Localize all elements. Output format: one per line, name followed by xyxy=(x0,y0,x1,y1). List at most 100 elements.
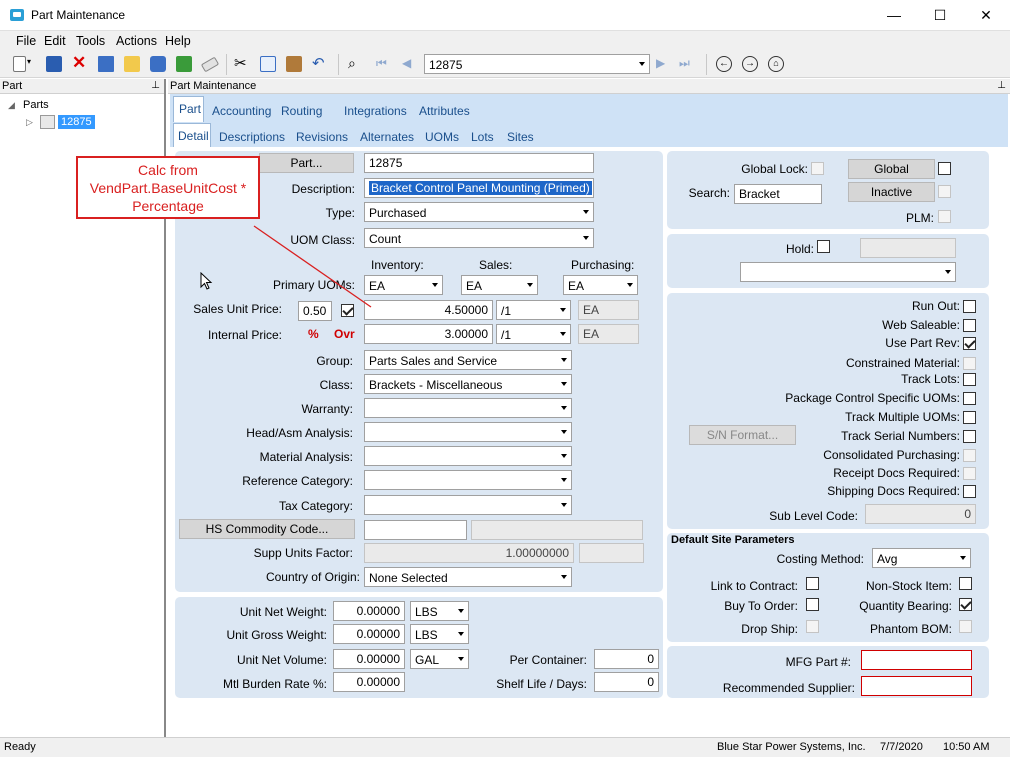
tab-detail[interactable]: Detail xyxy=(173,123,211,147)
unit-net-weight-uom-select[interactable]: LBS xyxy=(410,601,469,621)
delete-icon[interactable]: ✕ xyxy=(72,53,88,72)
costing-method-select[interactable]: Avg xyxy=(872,548,971,568)
eraser-icon[interactable] xyxy=(200,56,220,73)
close-button[interactable]: ✕ xyxy=(963,0,1009,31)
book-icon[interactable] xyxy=(98,56,114,72)
collapse-icon[interactable]: ◢ xyxy=(8,100,15,111)
global-button[interactable]: Global xyxy=(848,159,935,179)
material-analysis-select[interactable] xyxy=(364,446,572,466)
tab-accounting[interactable]: Accounting xyxy=(212,104,271,118)
pin-icon[interactable]: ⊥ xyxy=(997,80,1006,91)
menu-tools[interactable]: Tools xyxy=(76,34,105,48)
tab-routing[interactable]: Routing xyxy=(281,104,322,118)
tree-item-selected[interactable]: 12875 xyxy=(58,115,95,129)
country-of-origin-select[interactable]: None Selected xyxy=(364,567,572,587)
class-select[interactable]: Brackets - Miscellaneous xyxy=(364,374,572,394)
cut-icon[interactable]: ✂ xyxy=(234,54,250,72)
tab-lots[interactable]: Lots xyxy=(471,130,494,144)
part-record-select[interactable]: 12875 xyxy=(424,54,650,74)
mfg-part-field[interactable] xyxy=(861,650,972,670)
internal-per-select[interactable]: /1 xyxy=(496,324,571,344)
new-dropdown-icon[interactable]: ▾ xyxy=(27,57,41,73)
menu-help[interactable]: Help xyxy=(165,34,191,48)
link-to-contract-checkbox[interactable] xyxy=(806,577,819,590)
shipping-docs-required-checkbox[interactable] xyxy=(963,485,976,498)
last-record-icon[interactable]: ⏭ xyxy=(679,56,695,72)
non-stock-item-checkbox[interactable] xyxy=(959,577,972,590)
track-serial-numbers-checkbox[interactable] xyxy=(963,430,976,443)
part-number-field[interactable]: 12875 xyxy=(364,153,594,173)
back-icon[interactable]: ← xyxy=(716,56,732,72)
inactive-button[interactable]: Inactive xyxy=(848,182,935,202)
uom-purchasing-select[interactable]: EA xyxy=(563,275,638,295)
web-saleable-checkbox[interactable] xyxy=(963,319,976,332)
menu-actions[interactable]: Actions xyxy=(116,34,157,48)
mtl-burden-field[interactable]: 0.00000 xyxy=(333,672,405,692)
minimize-button[interactable]: — xyxy=(871,0,917,31)
next-record-icon[interactable]: ▶ xyxy=(656,56,672,72)
tab-alternates[interactable]: Alternates xyxy=(360,130,414,144)
run-out-checkbox[interactable] xyxy=(963,300,976,313)
tab-attributes[interactable]: Attributes xyxy=(419,104,470,118)
new-icon[interactable] xyxy=(13,56,26,72)
first-record-icon[interactable]: ⏮ xyxy=(376,56,392,72)
sales-unit-price-field[interactable]: 4.50000 xyxy=(364,300,493,320)
warranty-select[interactable] xyxy=(364,398,572,418)
folder-icon[interactable] xyxy=(124,56,140,72)
paste-icon[interactable] xyxy=(286,56,302,72)
save-icon[interactable] xyxy=(46,56,62,72)
reference-category-select[interactable] xyxy=(364,470,572,490)
tab-descriptions[interactable]: Descriptions xyxy=(219,130,285,144)
tab-uoms[interactable]: UOMs xyxy=(425,130,459,144)
tab-revisions[interactable]: Revisions xyxy=(296,130,348,144)
internal-price-field[interactable]: 3.00000 xyxy=(364,324,493,344)
tab-integrations[interactable]: Integrations xyxy=(344,104,407,118)
undo-icon[interactable]: ↶ xyxy=(312,54,328,72)
recommended-supplier-field[interactable] xyxy=(861,676,972,696)
uom-class-select[interactable]: Count xyxy=(364,228,594,248)
binoculars-icon[interactable]: ⌕ xyxy=(348,55,364,71)
quantity-bearing-checkbox[interactable] xyxy=(959,598,972,611)
menu-file[interactable]: File xyxy=(16,34,36,48)
attach-icon[interactable] xyxy=(150,56,166,72)
use-part-rev-checkbox[interactable] xyxy=(963,337,976,350)
hold-checkbox[interactable] xyxy=(817,240,830,253)
expand-icon[interactable]: ▷ xyxy=(26,117,33,128)
per-container-field[interactable]: 0 xyxy=(594,649,659,669)
maximize-button[interactable]: ☐ xyxy=(917,0,963,31)
forward-icon[interactable]: → xyxy=(742,56,758,72)
search-field[interactable]: Bracket xyxy=(734,184,822,204)
unit-net-weight-field[interactable]: 0.00000 xyxy=(333,601,405,621)
sales-per-select[interactable]: /1 xyxy=(496,300,571,320)
sales-unit-percent-field[interactable]: 0.50 xyxy=(298,301,332,321)
refresh-icon[interactable] xyxy=(176,56,192,72)
buy-to-order-checkbox[interactable] xyxy=(806,598,819,611)
tree-root[interactable]: Parts xyxy=(23,99,49,111)
type-select[interactable]: Purchased xyxy=(364,202,594,222)
hs-commodity-field[interactable] xyxy=(364,520,467,540)
head-asm-select[interactable] xyxy=(364,422,572,442)
part-button[interactable]: Part... xyxy=(259,153,354,173)
global-checkbox[interactable] xyxy=(938,162,951,175)
description-field[interactable]: Bracket Control Panel Mounting (Primed) xyxy=(364,178,594,198)
sales-unit-price-checkbox[interactable] xyxy=(341,304,354,317)
package-control-specific-uoms-checkbox[interactable] xyxy=(963,392,976,405)
uom-sales-select[interactable]: EA xyxy=(461,275,538,295)
tab-part[interactable]: Part xyxy=(173,96,204,122)
copy-icon[interactable] xyxy=(260,56,276,72)
unit-gross-weight-field[interactable]: 0.00000 xyxy=(333,624,405,644)
pin-icon[interactable]: ⊥ xyxy=(151,80,160,91)
hs-commodity-button[interactable]: HS Commodity Code... xyxy=(179,519,355,539)
hold-select[interactable] xyxy=(740,262,956,282)
track-lots-checkbox[interactable] xyxy=(963,373,976,386)
group-select[interactable]: Parts Sales and Service xyxy=(364,350,572,370)
shelf-life-field[interactable]: 0 xyxy=(594,672,659,692)
unit-net-volume-uom-select[interactable]: GAL xyxy=(410,649,469,669)
tax-category-select[interactable] xyxy=(364,495,572,515)
unit-net-volume-field[interactable]: 0.00000 xyxy=(333,649,405,669)
tab-sites[interactable]: Sites xyxy=(507,130,534,144)
home-icon[interactable]: ⌂ xyxy=(768,56,784,72)
prev-record-icon[interactable]: ◀ xyxy=(402,56,418,72)
menu-edit[interactable]: Edit xyxy=(44,34,66,48)
track-multiple-uoms-checkbox[interactable] xyxy=(963,411,976,424)
